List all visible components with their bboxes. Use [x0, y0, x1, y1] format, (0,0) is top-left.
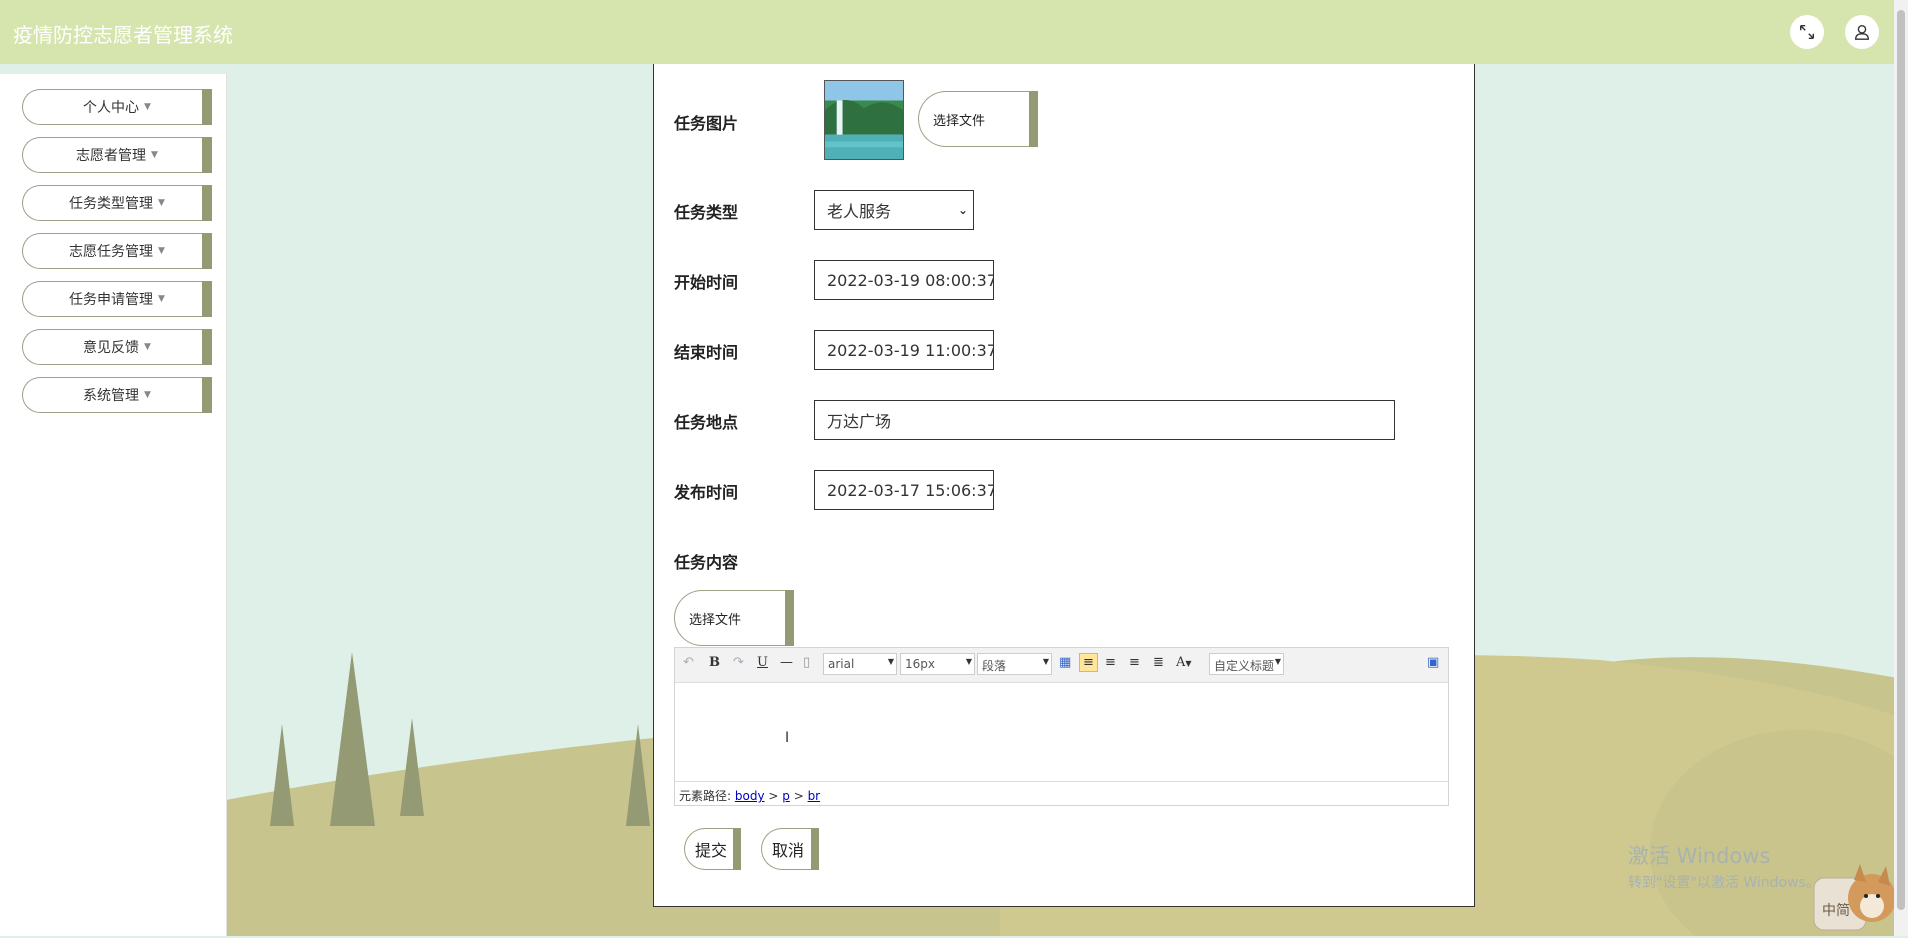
rich-text-editor: ↶ B ↷ U — ▯ arial ▼ 16px ▼ 段落 ▼ ▦ ≡ ≡ ≡ ≣ A… [674, 647, 1449, 806]
custom-title-value: 自定义标题 [1214, 659, 1275, 673]
task-content-label: 任务内容 [674, 553, 739, 572]
path-link-br[interactable]: br [808, 789, 821, 803]
scrollbar-thumb[interactable] [1897, 10, 1905, 910]
submit-button[interactable]: 提交 [684, 828, 741, 870]
caret-down-icon: ▼ [144, 390, 151, 400]
undo-icon[interactable]: ↶ [683, 655, 694, 670]
font-size-value: 16px [905, 657, 935, 671]
page-scrollbar[interactable] [1894, 0, 1908, 936]
font-color-icon[interactable]: A▼ [1176, 655, 1192, 670]
align-left-icon[interactable]: ≡ [1079, 653, 1098, 672]
font-size-select[interactable]: 16px ▼ [900, 653, 975, 675]
sidebar-item-feedback[interactable]: 意见反馈 ▼ [22, 329, 212, 365]
table-icon[interactable]: ▦ [1059, 655, 1071, 670]
caret-down-icon: ▼ [151, 150, 158, 160]
paragraph-select[interactable]: 段落 ▼ [977, 653, 1052, 675]
preview-icon[interactable]: ▣ [1427, 655, 1439, 670]
caret-down-icon: ▼ [1274, 657, 1281, 666]
task-location-input[interactable]: 万达广场 [814, 400, 1395, 440]
sidebar-item-label: 任务申请管理 [69, 292, 154, 308]
start-time-label: 开始时间 [674, 273, 739, 292]
sidebar-item-label: 志愿者管理 [76, 148, 147, 164]
horizontal-rule-icon[interactable]: — [780, 655, 793, 670]
choose-content-file-button[interactable]: 选择文件 [674, 590, 794, 646]
task-type-value: 老人服务 [827, 202, 892, 221]
watermark-line1: 激活 Windows [1628, 844, 1771, 868]
sidebar-item-label: 系统管理 [83, 388, 140, 404]
caret-down-icon: ▼ [144, 342, 151, 352]
mascot-widget[interactable]: 中简 [1812, 858, 1898, 934]
fullscreen-button[interactable] [1790, 15, 1824, 49]
sidebar-item-task-application-management[interactable]: 任务申请管理 ▼ [22, 281, 212, 317]
app-title: 疫情防控志愿者管理系统 [13, 23, 233, 47]
caret-down-icon: ▼ [158, 198, 165, 208]
task-edit-form: 任务图片 选择文件 任务类型 老人服务 ⌄ 开始时间 2022-03-19 08… [653, 64, 1475, 907]
user-icon [1855, 25, 1869, 40]
sidebar-item-volunteer-management[interactable]: 志愿者管理 ▼ [22, 137, 212, 173]
end-time-label: 结束时间 [674, 343, 739, 362]
publish-time-label: 发布时间 [674, 483, 739, 502]
windows-activation-watermark: 激活 Windows 转到"设置"以激活 Windows。 [1628, 840, 1820, 892]
element-path-label: 元素路径: [679, 789, 732, 803]
page-icon[interactable]: ▯ [803, 655, 810, 670]
font-family-select[interactable]: arial ▼ [823, 653, 897, 675]
custom-title-select[interactable]: 自定义标题 ▼ [1209, 653, 1284, 675]
watermark-line2: 转到"设置"以激活 Windows。 [1628, 875, 1820, 891]
task-image-thumbnail [824, 80, 904, 160]
redo-icon[interactable]: ↷ [733, 655, 744, 670]
choose-file-label: 选择文件 [933, 113, 986, 129]
task-type-select[interactable]: 老人服务 ⌄ [814, 190, 974, 230]
sidebar-item-system-management[interactable]: 系统管理 ▼ [22, 377, 212, 413]
cancel-label: 取消 [772, 841, 805, 860]
sidebar: 个人中心 ▼ 志愿者管理 ▼ 任务类型管理 ▼ 志愿任务管理 ▼ 任务申请管理 ▼ 意见反… [0, 74, 227, 936]
caret-down-icon: ▼ [965, 657, 972, 666]
start-time-input[interactable]: 2022-03-19 08:00:37 [814, 260, 994, 300]
submit-label: 提交 [695, 841, 728, 860]
choose-image-file-button[interactable]: 选择文件 [918, 91, 1038, 147]
choose-file-label: 选择文件 [689, 612, 742, 628]
caret-down-icon: ▼ [887, 657, 894, 666]
caret-down-icon: ▼ [158, 294, 165, 304]
path-link-p[interactable]: p [782, 789, 790, 803]
editor-element-path: 元素路径: body > p > br [675, 781, 1448, 805]
editor-toolbar: ↶ B ↷ U — ▯ arial ▼ 16px ▼ 段落 ▼ ▦ ≡ ≡ ≡ ≣ A… [675, 648, 1448, 683]
end-time-input[interactable]: 2022-03-19 11:00:37 [814, 330, 994, 370]
sidebar-item-volunteer-task-management[interactable]: 志愿任务管理 ▼ [22, 233, 212, 269]
align-justify-icon[interactable]: ≣ [1153, 655, 1164, 670]
mascot-label: 中简 [1822, 903, 1850, 919]
sidebar-item-label: 个人中心 [83, 100, 140, 116]
task-type-label: 任务类型 [674, 203, 739, 222]
bold-icon[interactable]: B [709, 655, 720, 670]
sidebar-item-task-type-management[interactable]: 任务类型管理 ▼ [22, 185, 212, 221]
dog-icon [1813, 864, 1896, 931]
publish-time-input[interactable]: 2022-03-17 15:06:37 [814, 470, 994, 510]
top-header: 疫情防控志愿者管理系统 [0, 0, 1908, 64]
font-family-value: arial [828, 657, 855, 671]
caret-down-icon: ▼ [158, 246, 165, 256]
text-cursor-icon: I [785, 730, 790, 746]
expand-icon [1799, 24, 1815, 40]
task-location-label: 任务地点 [674, 413, 739, 432]
path-link-body[interactable]: body [735, 789, 765, 803]
align-right-icon[interactable]: ≡ [1105, 655, 1116, 670]
chevron-down-icon: ⌄ [957, 203, 968, 217]
sidebar-item-label: 任务类型管理 [69, 196, 154, 212]
user-button[interactable] [1845, 15, 1879, 49]
sidebar-item-personal-center[interactable]: 个人中心 ▼ [22, 89, 212, 125]
cancel-button[interactable]: 取消 [761, 828, 819, 870]
sidebar-item-label: 志愿任务管理 [69, 244, 154, 260]
sidebar-item-label: 意见反馈 [83, 340, 140, 356]
underline-icon[interactable]: U [757, 655, 768, 670]
caret-down-icon: ▼ [1042, 657, 1049, 666]
caret-down-icon: ▼ [144, 102, 151, 112]
paragraph-value: 段落 [982, 659, 1007, 673]
align-center-icon[interactable]: ≡ [1129, 655, 1140, 670]
task-image-label: 任务图片 [674, 114, 739, 133]
